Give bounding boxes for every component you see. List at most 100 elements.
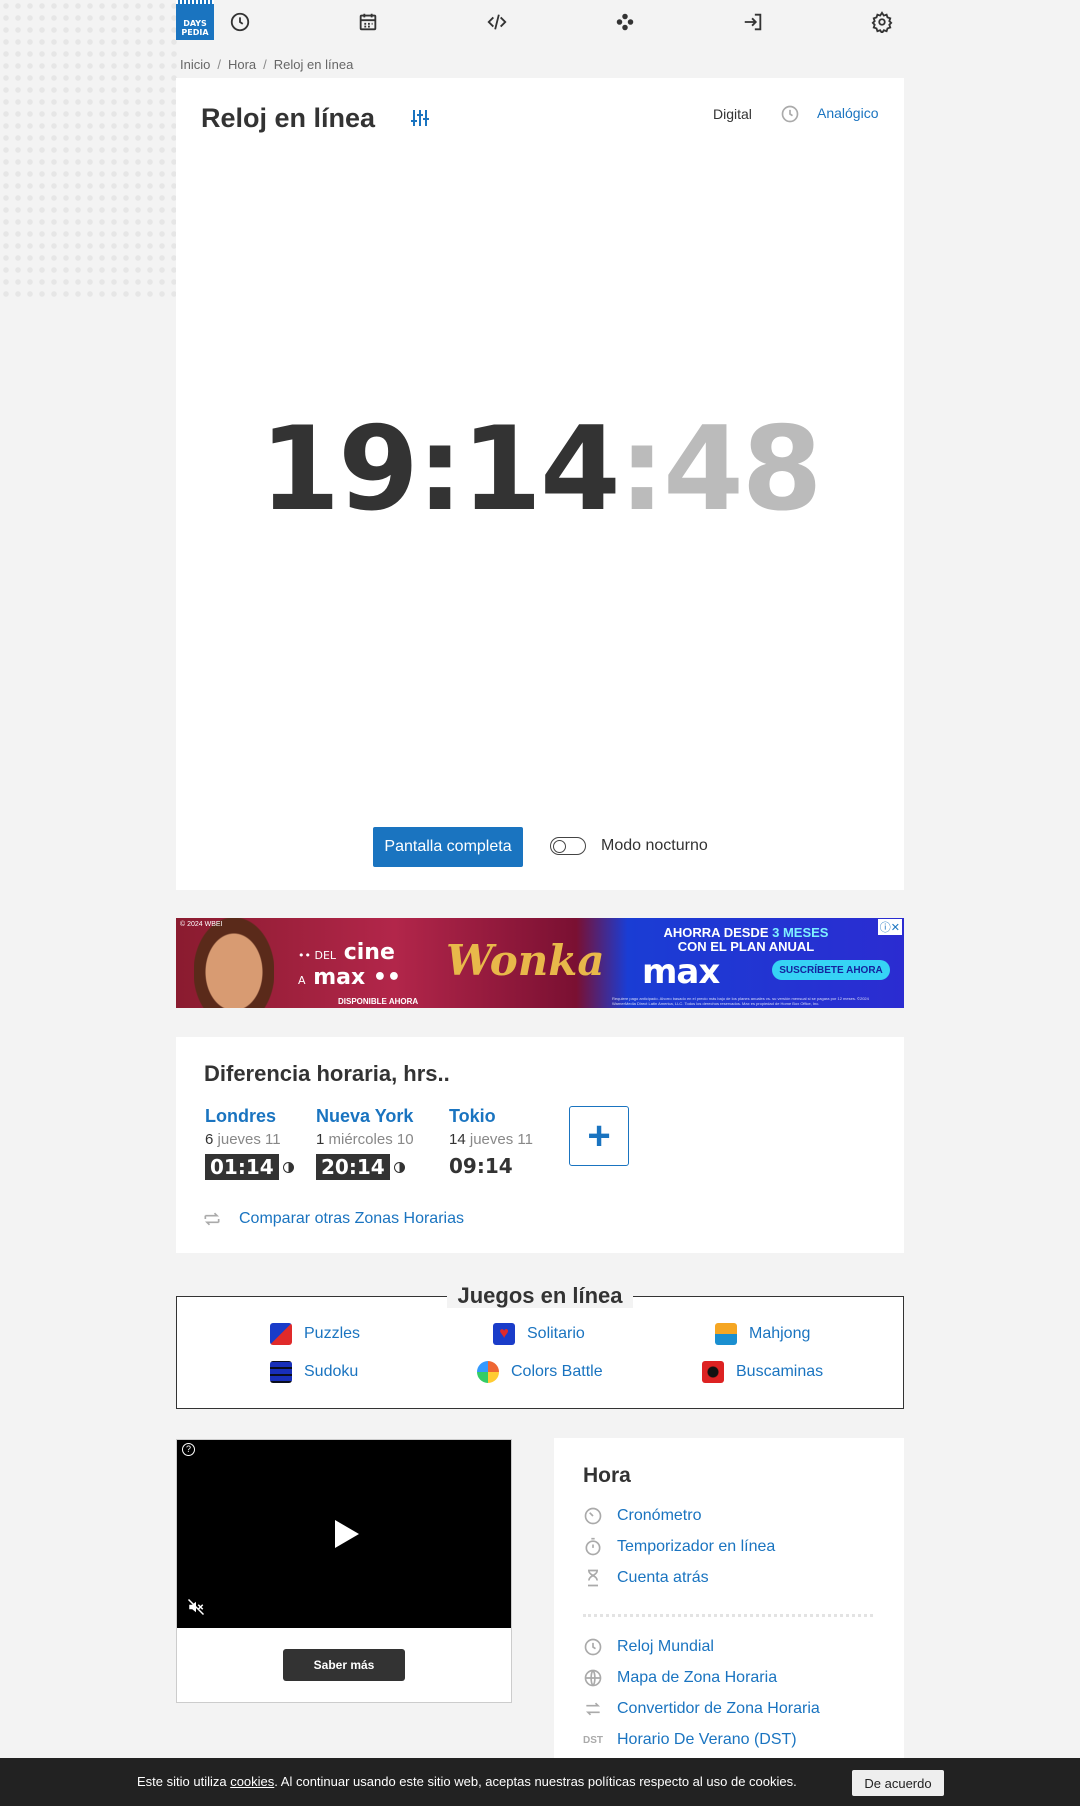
sidebar-divider [583,1614,873,1617]
ad-offer: AHORRA DESDE 3 MESES CON EL PLAN ANUAL [646,926,846,954]
page-title: Reloj en línea [201,103,376,133]
help-icon[interactable]: ? [182,1443,195,1456]
breadcrumb-time[interactable]: Hora [228,57,256,72]
sidebar-item-timezone-map[interactable]: Mapa de Zona Horaria [583,1668,777,1688]
ad-offer-highlight: 3 MESES [772,925,829,940]
sidebar-item-label: Cronómetro [617,1507,702,1524]
cookie-text-before: Este sitio utiliza [137,1774,231,1789]
city-day: miércoles 10 [328,1131,414,1148]
breadcrumb-home[interactable]: Inicio [180,57,210,72]
ad-subscribe-button[interactable]: SUSCRÍBETE AHORA [772,960,890,980]
city-tokyo: Tokio 14 jueves 11 09:14 [449,1106,533,1178]
top-nav: DAYS PEDIA [176,0,904,42]
sidebar-item-stopwatch[interactable]: Cronómetro [583,1506,701,1526]
cookie-text-after: . Al continuar usando este sitio web, ac… [274,1774,797,1789]
login-icon[interactable] [741,10,765,34]
analog-clock-icon [780,104,800,124]
game-mahjong[interactable]: Mahjong [715,1323,810,1345]
breadcrumb-separator: / [217,57,221,72]
city-offset-hours: 6 [205,1131,214,1148]
sliders-icon[interactable] [408,106,432,130]
games-icon[interactable] [613,10,637,34]
night-mode-label: Modo nocturno [601,837,708,854]
learn-more-button[interactable]: Saber más [283,1649,405,1681]
city-name[interactable]: Nueva York [316,1106,414,1127]
sidebar-item-label: Mapa de Zona Horaria [617,1669,778,1686]
globe-icon [583,1668,603,1688]
play-icon[interactable] [335,1520,359,1548]
cookie-message: Este sitio utiliza cookies. Al continuar… [137,1774,797,1789]
game-label: Sudoku [304,1363,359,1380]
clock-icon[interactable] [228,10,252,34]
city-offset: 14 jueves 11 [449,1131,533,1148]
time-hours-minutes: 19:14 [259,402,620,537]
ad-cine-prefix: •• DEL [298,949,337,962]
mahjong-icon [715,1323,737,1345]
city-offset-hours: 14 [449,1131,466,1148]
sidebar-item-dst[interactable]: DST Horario De Verano (DST) [583,1730,797,1750]
sidebar-item-timer[interactable]: Temporizador en línea [583,1537,775,1557]
time-difference-card: Diferencia horaria, hrs.. Londres 6 juev… [176,1037,904,1253]
compare-arrows-icon [583,1699,603,1719]
game-sudoku[interactable]: Sudoku [270,1361,358,1383]
games-title-text: Juegos en línea [447,1283,633,1308]
city-time: 01:14 [205,1154,294,1180]
mode-digital-tab[interactable]: Digital [713,106,752,122]
compare-timezones-link[interactable]: Comparar otras Zonas Horarias [239,1210,464,1228]
ad-close-icon[interactable]: ⓘ✕ [877,919,902,935]
city-time: 20:14 [316,1154,405,1180]
online-games-box: Juegos en línea Puzzles ♥ Solitario Mahj… [176,1283,904,1409]
video-player[interactable]: ? [177,1440,511,1628]
compare-arrows-icon [202,1209,222,1229]
mode-analog-tab[interactable]: Analógico [817,105,879,121]
code-icon[interactable] [485,10,509,34]
city-time-value: 01:14 [205,1154,279,1180]
cookie-banner: Este sitio utiliza cookies. Al continuar… [0,1758,1080,1806]
sidebar-item-label: Cuenta atrás [617,1569,709,1586]
city-name[interactable]: Tokio [449,1106,533,1127]
game-minesweeper[interactable]: Buscaminas [702,1361,823,1383]
site-logo[interactable]: DAYS PEDIA [176,0,214,40]
ad-cine-text: •• DEL cine A max •• [298,940,401,990]
dst-icon: DST [583,1734,603,1746]
muted-speaker-icon[interactable] [187,1598,205,1616]
city-day: jueves 11 [469,1131,533,1148]
night-mode-toggle[interactable] [550,837,586,855]
time-seconds: :48 [618,402,823,537]
logo-text-line2: PEDIA [181,28,209,37]
video-ad: ? Saber más [176,1439,512,1703]
clock-icon [583,1637,603,1657]
cookies-link[interactable]: cookies [230,1774,274,1789]
sidebar-item-timezone-converter[interactable]: Convertidor de Zona Horaria [583,1699,820,1719]
color-wheel-icon [477,1361,499,1383]
game-label: Colors Battle [511,1363,603,1380]
games-title: Juegos en línea [177,1283,903,1309]
sudoku-grid-icon [270,1361,292,1383]
accept-cookies-button[interactable]: De acuerdo [852,1770,944,1796]
timer-icon [583,1537,603,1557]
sidebar-item-countdown[interactable]: Cuenta atrás [583,1568,709,1588]
ad-banner[interactable]: © 2024 WBEI •• DEL cine A max •• DISPONI… [176,918,904,1008]
game-solitaire[interactable]: ♥ Solitario [493,1323,585,1345]
ad-copyright: © 2024 WBEI [180,921,223,928]
city-name[interactable]: Londres [205,1106,294,1127]
game-colors-battle[interactable]: Colors Battle [477,1361,603,1383]
ad-cine-a: A [298,974,306,987]
ad-cine-word: cine [343,940,395,965]
game-puzzles[interactable]: Puzzles [270,1323,360,1345]
sidebar-item-label: Convertidor de Zona Horaria [617,1700,820,1717]
puzzles-icon [270,1323,292,1345]
fullscreen-button[interactable]: Pantalla completa [373,827,523,867]
clock-card: Reloj en línea Digital Analógico 19:14:4… [176,78,904,890]
mine-icon [702,1361,724,1383]
add-city-button[interactable]: + [569,1106,629,1166]
breadcrumb-separator: / [263,57,267,72]
calendar-icon[interactable] [356,10,380,34]
city-offset: 6 jueves 11 [205,1131,294,1148]
settings-icon[interactable] [870,10,894,34]
game-label: Mahjong [749,1325,811,1342]
background-dot-pattern [0,0,180,300]
logo-text-line1: DAYS [183,19,207,28]
sidebar-item-world-clock[interactable]: Reloj Mundial [583,1637,714,1657]
city-time: 09:14 [449,1154,513,1178]
